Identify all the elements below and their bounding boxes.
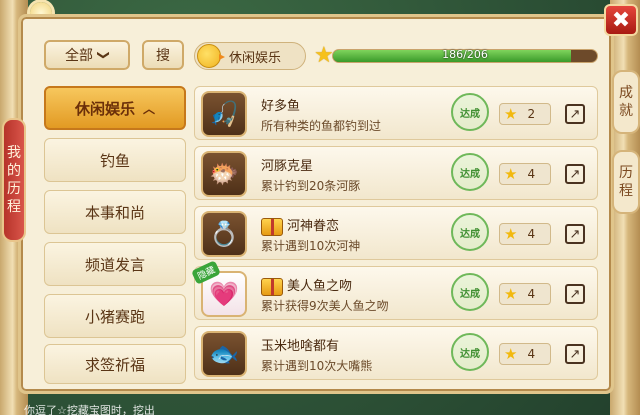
tab-achievements[interactable]: 成 就	[612, 70, 640, 134]
achievement-desc: 所有种类的鱼都钓到过	[261, 119, 382, 133]
menu-item-label: 求签祈福	[84, 355, 145, 374]
category-chip-label: 休闲娱乐	[229, 50, 282, 66]
achievement-name: 河豚克星	[261, 159, 314, 174]
achievement-list: 🎣 好多鱼 所有种类的鱼都钓到过 达成 ★ 2 ↗ 🐡 河豚克星 累计钓到20条河…	[191, 86, 598, 382]
achievement-desc: 累计遇到10次河神	[261, 239, 361, 253]
reward-box: ★ 4	[499, 343, 551, 365]
tab-char: 我	[7, 145, 21, 161]
completed-seal: 达成	[451, 213, 489, 251]
menu-item-label: 钓鱼	[99, 151, 130, 170]
menu-item-label: 本事和尚	[84, 203, 145, 222]
treasure-chest-icon	[261, 277, 283, 296]
achievement-name: 河神眷恋	[261, 215, 339, 236]
reward-box: ★ 4	[499, 163, 551, 185]
achievement-row: 💍 河神眷恋 累计遇到10次河神 达成 ★ 4 ↗	[194, 206, 598, 260]
achievement-name-text: 河神眷恋	[287, 219, 340, 234]
reward-box: ★ 2	[499, 103, 551, 125]
star-icon: ★	[504, 225, 518, 243]
completed-seal: 达成	[451, 333, 489, 371]
tab-char: 成	[619, 85, 633, 101]
golden-fish-icon: 🐟	[201, 331, 247, 377]
achievement-name: 美人鱼之吻	[261, 275, 352, 296]
star-icon: ★	[314, 43, 334, 68]
menu-item-fishing[interactable]: 钓鱼	[44, 138, 186, 182]
share-icon[interactable]: ↗	[565, 344, 585, 364]
menu-item-label: 休闲娱乐	[74, 99, 135, 118]
tab-char: 就	[619, 103, 633, 119]
tab-char: 的	[7, 163, 21, 179]
star-icon: ★	[504, 105, 518, 123]
pufferfish-icon: 🐡	[201, 151, 247, 197]
completed-seal: 达成	[451, 153, 489, 191]
close-button[interactable]: ✖	[604, 4, 638, 36]
reward-box: ★ 4	[499, 223, 551, 245]
menu-item-monk[interactable]: 本事和尚	[44, 190, 186, 234]
achievement-progress: ★ 186/206	[314, 43, 598, 68]
achievement-row: 🐟 玉米地啥都有 累计遇到10次大嘴熊 达成 ★ 4 ↗	[194, 326, 598, 380]
jade-bracelet-icon: 💍	[201, 211, 247, 257]
reward-value: 4	[527, 287, 536, 301]
menu-item-label: 小猪赛跑	[84, 307, 145, 326]
share-icon[interactable]: ↗	[565, 104, 585, 124]
achievement-desc: 累计遇到10次大嘴熊	[261, 359, 373, 373]
achievement-row: 💗 隐藏 美人鱼之吻 累计获得9次美人鱼之吻 达成 ★ 4 ↗	[191, 260, 598, 320]
tab-my-journey[interactable]: 我 的 历 程	[2, 118, 26, 242]
achievement-name: 好多鱼	[261, 99, 301, 114]
share-icon[interactable]: ↗	[565, 164, 585, 184]
progress-text: 186/206	[442, 48, 488, 61]
chevron-down-icon: ❯	[97, 49, 111, 61]
reward-value: 4	[527, 347, 536, 361]
menu-item-channel-chat[interactable]: 频道发言	[44, 242, 186, 286]
chick-icon	[197, 44, 225, 68]
reward-box: ★ 4	[499, 283, 551, 305]
reward-value: 4	[527, 167, 536, 181]
tab-char: 历	[7, 181, 21, 197]
menu-item-pig-race[interactable]: 小猪赛跑	[44, 294, 186, 338]
reward-value: 4	[527, 227, 536, 241]
tab-char: 程	[7, 199, 21, 215]
treasure-chest-icon	[261, 217, 283, 236]
tab-history[interactable]: 历 程	[612, 150, 640, 214]
achievement-name-text: 美人鱼之吻	[287, 279, 353, 294]
search-button[interactable]: 搜	[142, 40, 184, 70]
star-icon: ★	[504, 165, 518, 183]
tab-char: 历	[619, 165, 633, 181]
share-icon[interactable]: ↗	[565, 224, 585, 244]
completed-seal: 达成	[451, 273, 489, 311]
filter-all-dropdown[interactable]: 全部 ❯	[44, 40, 130, 70]
menu-item-label: 频道发言	[84, 255, 145, 274]
achievement-row: 🐡 河豚克星 累计钓到20条河豚 达成 ★ 4 ↗	[194, 146, 598, 200]
menu-item-leisure[interactable]: 休闲娱乐 ︿	[44, 86, 186, 130]
achievement-name: 玉米地啥都有	[261, 339, 340, 354]
reward-value: 2	[527, 107, 536, 121]
category-chip: 休闲娱乐	[194, 42, 306, 70]
achievement-row: 🎣 好多鱼 所有种类的鱼都钓到过 达成 ★ 2 ↗	[194, 86, 598, 140]
chat-ticker: 你逗了☆挖藏宝图时，挖出	[24, 404, 155, 415]
fishing-rod-icon: 🎣	[201, 91, 247, 137]
achievement-desc: 累计钓到20条河豚	[261, 179, 361, 193]
category-menu: 休闲娱乐 ︿ 钓鱼 本事和尚 频道发言 小猪赛跑 求签祈福	[44, 86, 186, 386]
filter-all-label: 全部	[64, 48, 93, 64]
chevron-up-icon: ︿	[143, 101, 156, 116]
achievement-desc: 累计获得9次美人鱼之吻	[261, 299, 389, 313]
tab-char: 程	[619, 183, 633, 199]
menu-item-fortune[interactable]: 求签祈福	[44, 344, 186, 384]
completed-seal: 达成	[451, 93, 489, 131]
star-icon: ★	[504, 345, 518, 363]
share-icon[interactable]: ↗	[565, 284, 585, 304]
star-icon: ★	[504, 285, 518, 303]
